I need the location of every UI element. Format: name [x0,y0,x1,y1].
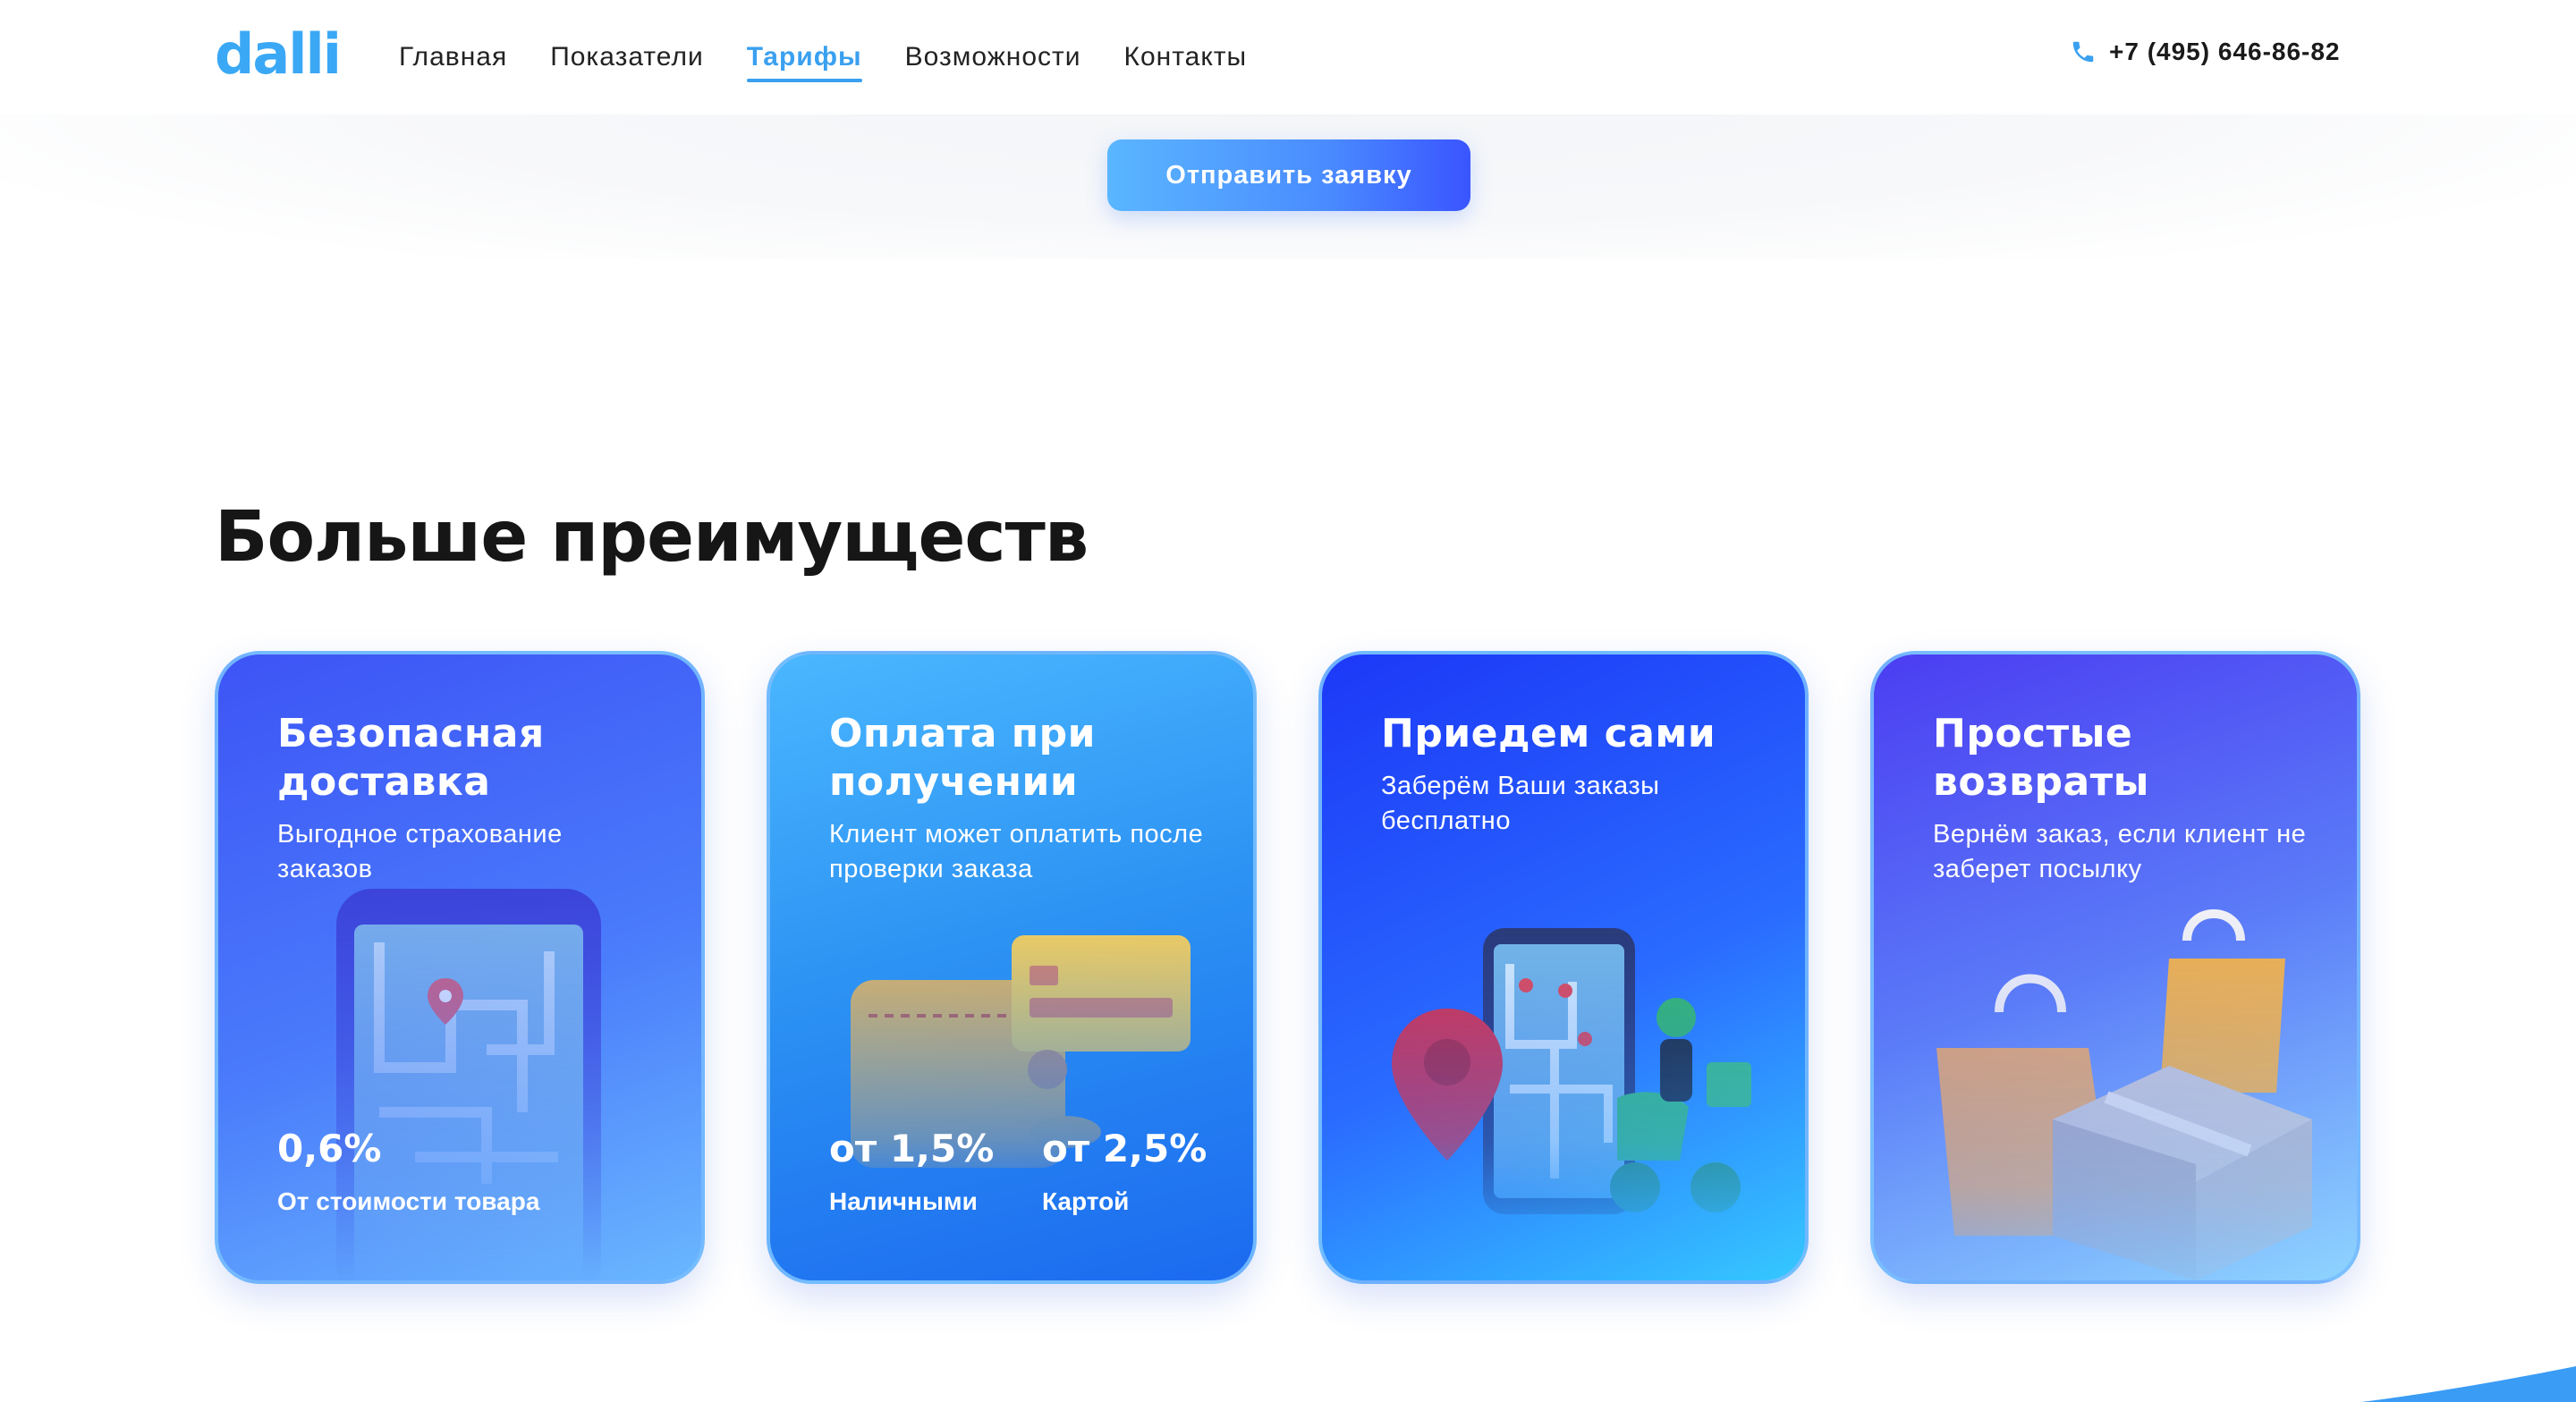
phone-link[interactable]: +7 (495) 646-86-82 [2070,38,2341,66]
card-stat-caption: Картой [1042,1187,1130,1215]
nav-item-home[interactable]: Главная [399,39,507,84]
card-title: Безопасная доставка [277,711,545,805]
bags-box-illustration [1936,909,2312,1280]
card-stat-value: от 1,5% [829,1127,995,1170]
logo[interactable]: dalli [215,23,342,86]
phone-number: +7 (495) 646-86-82 [2109,38,2341,65]
card-stat-value: от 2,5% [1042,1127,1208,1170]
nav-item-indicators[interactable]: Показатели [550,39,704,84]
main-nav: Главная Показатели Тарифы Возможности Ко… [399,39,1290,84]
card-cash-on-delivery[interactable]: Оплата при получении Клиент может оплати… [767,651,1257,1284]
courier-scooter-illustration [1392,928,1751,1214]
card-safe-delivery[interactable]: Безопасная доставка Выгодное страхование… [215,651,705,1284]
nav-item-features[interactable]: Возможности [905,39,1081,84]
card-title: Оплата при получении [829,711,1096,805]
card-easy-returns[interactable]: Простые возвраты Вернём заказ, если клие… [1870,651,2360,1284]
phone-map-illustration [336,889,601,1280]
site-header: dalli Главная Показатели Тарифы Возможно… [0,0,2576,114]
card-title: Приедем сами [1381,711,1716,756]
decorative-swoosh [2361,1366,2576,1402]
nav-item-contacts[interactable]: Контакты [1124,39,1248,84]
card-pickup[interactable]: Приедем сами Заберём Ваши заказы бесплат… [1318,651,1809,1284]
card-description: Вернём заказ, если клиент не заберет пос… [1933,820,2307,883]
card-stat-caption: От стоимости товара [277,1187,540,1215]
card-description: Клиент может оплатить после проверки зак… [829,820,1204,883]
card-stat-caption: Наличными [829,1187,978,1215]
card-stat-value: 0,6% [277,1127,382,1170]
card-description: Выгодное страхование заказов [277,820,563,883]
phone-icon [2072,41,2094,63]
card-description: Заберём Ваши заказы бесплатно [1381,772,1660,835]
section-title: Больше преимуществ [215,497,1089,578]
submit-request-button[interactable]: Отправить заявку [1107,139,1470,211]
card-title: Простые возвраты [1933,711,2149,805]
nav-item-tariffs[interactable]: Тарифы [746,39,862,84]
